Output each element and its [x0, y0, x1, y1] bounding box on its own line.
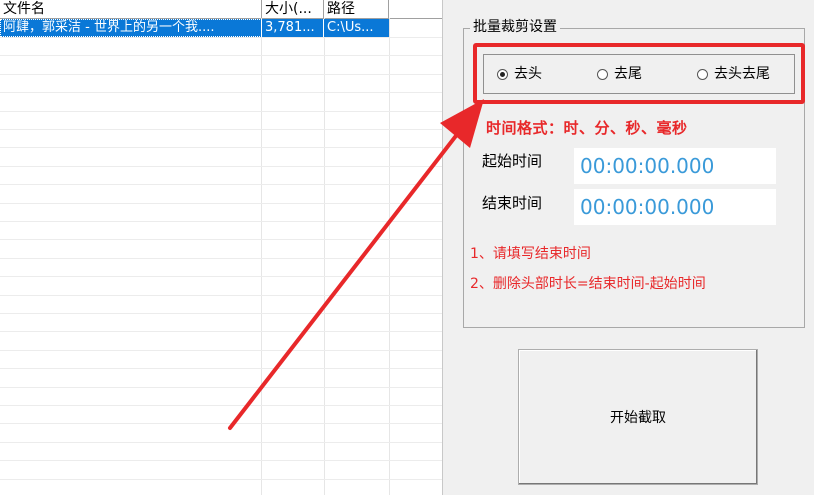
grid-line: [0, 92, 442, 93]
end-time-input[interactable]: [574, 189, 776, 225]
time-format-hint: 时间格式：时、分、秒、毫秒: [486, 119, 688, 137]
column-header-path[interactable]: 路径: [324, 0, 389, 18]
grid-line: [0, 166, 442, 167]
grid-line: [0, 239, 442, 240]
group-title: 批量裁剪设置: [470, 18, 560, 36]
grid-line: [0, 460, 442, 461]
grid-line: [0, 74, 442, 75]
size-cell: 3,781...: [262, 19, 324, 37]
list-header: 文件名 大小(... 路径: [0, 0, 442, 19]
grid-line: [0, 147, 442, 148]
highlight-box: [473, 43, 805, 104]
file-list[interactable]: 文件名 大小(... 路径 阿肆，郭采洁 - 世界上的另一个我.... 3,78…: [0, 0, 443, 495]
grid-line: [0, 423, 442, 424]
grid-line: [0, 258, 442, 259]
start-trim-button[interactable]: 开始截取: [518, 349, 758, 485]
column-header-size[interactable]: 大小(...: [262, 0, 324, 18]
grid-line: [0, 479, 442, 480]
grid-line: [0, 203, 442, 204]
path-cell: C:\Us...: [327, 20, 374, 35]
grid-line: [0, 368, 442, 369]
grid-line: [0, 55, 442, 56]
grid-line: [0, 37, 442, 38]
grid-line: [0, 405, 442, 406]
grid-line: [0, 442, 442, 443]
grid-line: [0, 295, 442, 296]
grid-line: [0, 111, 442, 112]
table-row[interactable]: 阿肆，郭采洁 - 世界上的另一个我.... 3,781... C:\Us...: [0, 19, 389, 37]
grid-line: [0, 129, 442, 130]
column-header-filename[interactable]: 文件名: [0, 0, 262, 18]
grid-line: [0, 313, 442, 314]
filename-cell: 阿肆，郭采洁 - 世界上的另一个我....: [0, 19, 262, 37]
grid-line: [0, 276, 442, 277]
start-time-label: 起始时间: [482, 152, 543, 170]
start-time-input[interactable]: [574, 148, 776, 184]
grid-line: [0, 387, 442, 388]
note-2: 2、删除头部时长=结束时间-起始时间: [470, 276, 706, 292]
grid-line: [0, 331, 442, 332]
grid-line: [0, 184, 442, 185]
note-1: 1、请填写结束时间: [470, 246, 591, 262]
grid-line: [0, 221, 442, 222]
grid-line: [0, 350, 442, 351]
end-time-label: 结束时间: [482, 194, 543, 212]
